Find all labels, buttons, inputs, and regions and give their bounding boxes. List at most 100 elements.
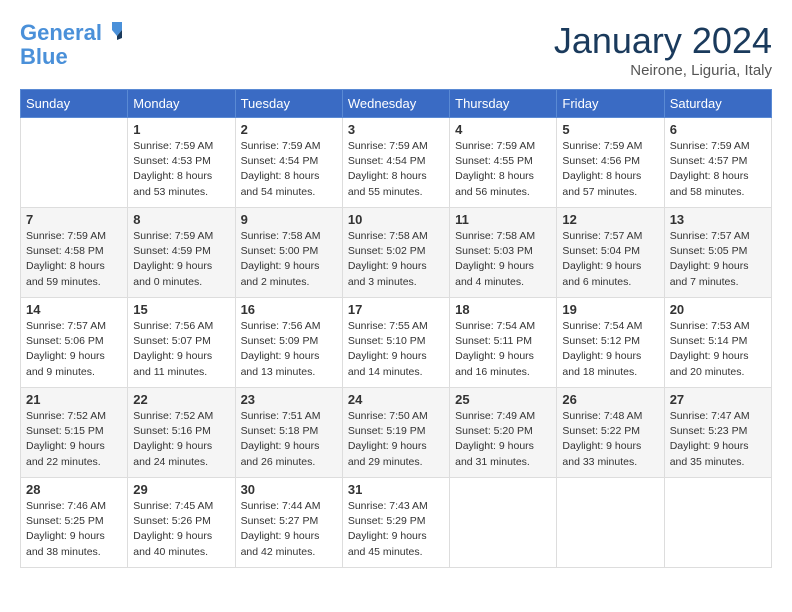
calendar-cell (664, 478, 771, 568)
day-number: 22 (133, 392, 229, 407)
calendar-cell: 14 Sunrise: 7:57 AM Sunset: 5:06 PM Dayli… (21, 298, 128, 388)
calendar-cell: 12Sunrise: 7:57 AM Sunset: 5:04 PM Dayli… (557, 208, 664, 298)
day-of-week-header: Friday (557, 90, 664, 118)
day-number: 18 (455, 302, 551, 317)
calendar-cell: 6Sunrise: 7:59 AM Sunset: 4:57 PM Daylig… (664, 118, 771, 208)
calendar-cell: 25 Sunrise: 7:49 AM Sunset: 5:20 PM Dayli… (450, 388, 557, 478)
calendar-cell: 23 Sunrise: 7:51 AM Sunset: 5:18 PM Dayli… (235, 388, 342, 478)
day-number: 26 (562, 392, 658, 407)
day-info: Sunrise: 7:52 AM Sunset: 5:15 PM Dayligh… (26, 409, 122, 470)
calendar-table: SundayMondayTuesdayWednesdayThursdayFrid… (20, 89, 772, 568)
calendar-cell: 22 Sunrise: 7:52 AM Sunset: 5:16 PM Dayli… (128, 388, 235, 478)
calendar-cell: 10 Sunrise: 7:58 AM Sunset: 5:02 PM Dayli… (342, 208, 449, 298)
day-number: 15 (133, 302, 229, 317)
day-info: Sunrise: 7:43 AM Sunset: 5:29 PM Dayligh… (348, 499, 444, 560)
day-info: Sunrise: 7:59 AM Sunset: 4:54 PM Dayligh… (241, 139, 337, 200)
day-info: Sunrise: 7:59 AM Sunset: 4:58 PM Dayligh… (26, 229, 122, 290)
day-number: 16 (241, 302, 337, 317)
calendar-cell: 31 Sunrise: 7:43 AM Sunset: 5:29 PM Dayli… (342, 478, 449, 568)
day-number: 3 (348, 122, 444, 137)
day-info: Sunrise: 7:59 AM Sunset: 4:56 PM Dayligh… (562, 139, 658, 200)
day-info: Sunrise: 7:51 AM Sunset: 5:18 PM Dayligh… (241, 409, 337, 470)
day-info: Sunrise: 7:45 AM Sunset: 5:26 PM Dayligh… (133, 499, 229, 560)
day-number: 13 (670, 212, 766, 227)
day-number: 28 (26, 482, 122, 497)
calendar-cell: 8 Sunrise: 7:59 AM Sunset: 4:59 PM Daylig… (128, 208, 235, 298)
day-number: 27 (670, 392, 766, 407)
day-info: Sunrise: 7:52 AM Sunset: 5:16 PM Dayligh… (133, 409, 229, 470)
day-of-week-header: Thursday (450, 90, 557, 118)
title-block: January 2024 Neirone, Liguria, Italy (554, 20, 772, 79)
day-info: Sunrise: 7:57 AM Sunset: 5:06 PM Dayligh… (26, 319, 122, 380)
day-info: Sunrise: 7:44 AM Sunset: 5:27 PM Dayligh… (241, 499, 337, 560)
day-number: 11 (455, 212, 551, 227)
calendar-cell: 26Sunrise: 7:48 AM Sunset: 5:22 PM Dayli… (557, 388, 664, 478)
day-number: 24 (348, 392, 444, 407)
day-info: Sunrise: 7:57 AM Sunset: 5:05 PM Dayligh… (670, 229, 766, 290)
calendar-cell: 19 Sunrise: 7:54 AM Sunset: 5:12 PM Dayli… (557, 298, 664, 388)
day-number: 31 (348, 482, 444, 497)
calendar-cell (557, 478, 664, 568)
day-number: 8 (133, 212, 229, 227)
day-info: Sunrise: 7:49 AM Sunset: 5:20 PM Dayligh… (455, 409, 551, 470)
day-number: 23 (241, 392, 337, 407)
day-number: 21 (26, 392, 122, 407)
logo-text: General (20, 20, 124, 45)
day-number: 29 (133, 482, 229, 497)
calendar-cell: 13 Sunrise: 7:57 AM Sunset: 5:05 PM Dayli… (664, 208, 771, 298)
day-number: 14 (26, 302, 122, 317)
calendar-cell: 20 Sunrise: 7:53 AM Sunset: 5:14 PM Dayli… (664, 298, 771, 388)
day-info: Sunrise: 7:58 AM Sunset: 5:03 PM Dayligh… (455, 229, 551, 290)
calendar-cell: 9Sunrise: 7:58 AM Sunset: 5:00 PM Daylig… (235, 208, 342, 298)
day-info: Sunrise: 7:50 AM Sunset: 5:19 PM Dayligh… (348, 409, 444, 470)
page-header: General Blue January 2024 Neirone, Ligur… (20, 20, 772, 79)
day-info: Sunrise: 7:54 AM Sunset: 5:11 PM Dayligh… (455, 319, 551, 380)
calendar-cell: 5Sunrise: 7:59 AM Sunset: 4:56 PM Daylig… (557, 118, 664, 208)
day-info: Sunrise: 7:59 AM Sunset: 4:54 PM Dayligh… (348, 139, 444, 200)
calendar-cell: 1 Sunrise: 7:59 AM Sunset: 4:53 PM Daylig… (128, 118, 235, 208)
calendar-cell (450, 478, 557, 568)
location: Neirone, Liguria, Italy (554, 62, 772, 79)
calendar-cell: 17 Sunrise: 7:55 AM Sunset: 5:10 PM Dayli… (342, 298, 449, 388)
calendar-cell: 29 Sunrise: 7:45 AM Sunset: 5:26 PM Dayli… (128, 478, 235, 568)
calendar-cell: 28 Sunrise: 7:46 AM Sunset: 5:25 PM Dayli… (21, 478, 128, 568)
calendar-cell: 4Sunrise: 7:59 AM Sunset: 4:55 PM Daylig… (450, 118, 557, 208)
day-info: Sunrise: 7:58 AM Sunset: 5:00 PM Dayligh… (241, 229, 337, 290)
day-of-week-header: Saturday (664, 90, 771, 118)
calendar-cell: 2 Sunrise: 7:59 AM Sunset: 4:54 PM Daylig… (235, 118, 342, 208)
calendar-cell: 3 Sunrise: 7:59 AM Sunset: 4:54 PM Daylig… (342, 118, 449, 208)
calendar-week-row: 1 Sunrise: 7:59 AM Sunset: 4:53 PM Daylig… (21, 118, 772, 208)
day-number: 19 (562, 302, 658, 317)
calendar-cell: 18 Sunrise: 7:54 AM Sunset: 5:11 PM Dayli… (450, 298, 557, 388)
day-number: 2 (241, 122, 337, 137)
day-of-week-header: Sunday (21, 90, 128, 118)
calendar-cell: 30 Sunrise: 7:44 AM Sunset: 5:27 PM Dayli… (235, 478, 342, 568)
day-number: 25 (455, 392, 551, 407)
day-info: Sunrise: 7:56 AM Sunset: 5:09 PM Dayligh… (241, 319, 337, 380)
day-info: Sunrise: 7:59 AM Sunset: 4:59 PM Dayligh… (133, 229, 229, 290)
calendar-week-row: 14 Sunrise: 7:57 AM Sunset: 5:06 PM Dayli… (21, 298, 772, 388)
logo-blue: Blue (20, 45, 124, 69)
day-number: 6 (670, 122, 766, 137)
day-number: 20 (670, 302, 766, 317)
day-number: 4 (455, 122, 551, 137)
logo-icon (110, 20, 124, 40)
day-number: 1 (133, 122, 229, 137)
day-number: 30 (241, 482, 337, 497)
day-of-week-header: Monday (128, 90, 235, 118)
day-number: 7 (26, 212, 122, 227)
calendar-week-row: 21 Sunrise: 7:52 AM Sunset: 5:15 PM Dayli… (21, 388, 772, 478)
day-info: Sunrise: 7:55 AM Sunset: 5:10 PM Dayligh… (348, 319, 444, 380)
day-info: Sunrise: 7:58 AM Sunset: 5:02 PM Dayligh… (348, 229, 444, 290)
day-info: Sunrise: 7:59 AM Sunset: 4:53 PM Dayligh… (133, 139, 229, 200)
calendar-week-row: 7 Sunrise: 7:59 AM Sunset: 4:58 PM Daylig… (21, 208, 772, 298)
month-title: January 2024 (554, 20, 772, 62)
day-info: Sunrise: 7:46 AM Sunset: 5:25 PM Dayligh… (26, 499, 122, 560)
day-number: 10 (348, 212, 444, 227)
calendar-cell: 21 Sunrise: 7:52 AM Sunset: 5:15 PM Dayli… (21, 388, 128, 478)
day-number: 17 (348, 302, 444, 317)
day-info: Sunrise: 7:56 AM Sunset: 5:07 PM Dayligh… (133, 319, 229, 380)
day-info: Sunrise: 7:53 AM Sunset: 5:14 PM Dayligh… (670, 319, 766, 380)
day-info: Sunrise: 7:54 AM Sunset: 5:12 PM Dayligh… (562, 319, 658, 380)
logo-general: General (20, 20, 102, 45)
